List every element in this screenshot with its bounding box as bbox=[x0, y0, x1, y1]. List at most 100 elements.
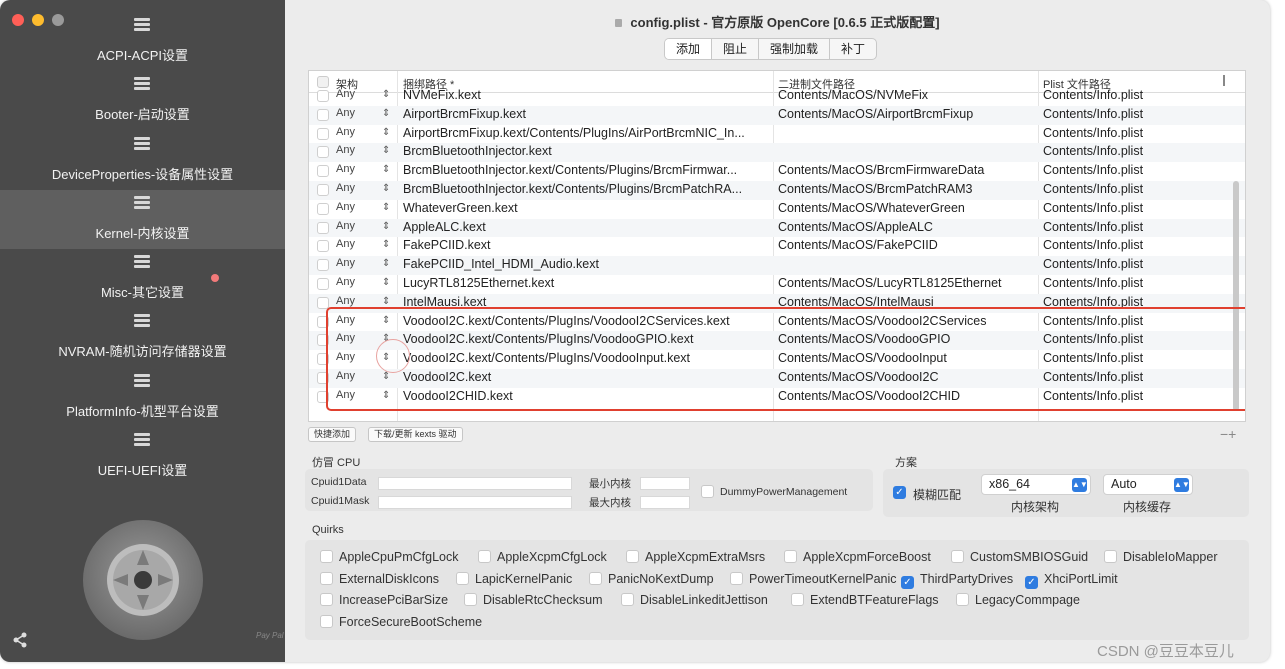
sidebar-item[interactable]: DeviceProperties-设备属性设置 bbox=[0, 131, 285, 190]
quick-add-button[interactable]: 快捷添加 bbox=[308, 427, 357, 442]
paypal-logo[interactable]: Pay Pal bbox=[256, 632, 284, 640]
bundle-path-cell[interactable]: FakePCIID.kext bbox=[403, 238, 773, 252]
executable-path-cell[interactable]: Contents/MacOS/AirportBrcmFixup bbox=[778, 107, 1036, 121]
plist-path-cell[interactable]: Contents/Info.plist bbox=[1043, 126, 1143, 140]
quirk-option[interactable]: LapicKernelPanic bbox=[456, 571, 572, 586]
arch-stepper-icon[interactable]: ⇕ bbox=[382, 89, 390, 100]
quirk-checkbox[interactable]: ✓ bbox=[1025, 575, 1038, 589]
arch-stepper-icon[interactable]: ⇕ bbox=[382, 239, 390, 250]
quirk-checkbox[interactable] bbox=[951, 550, 964, 563]
quirk-option[interactable]: AppleXcpmForceBoost bbox=[784, 550, 931, 564]
bundle-path-cell[interactable]: AppleALC.kext bbox=[403, 220, 773, 234]
arch-cell[interactable]: Any bbox=[336, 107, 355, 119]
quirk-option[interactable]: AppleCpuPmCfgLock bbox=[320, 550, 459, 564]
table-row[interactable]: Any ⇕ BrcmBluetoothInjector.kext/Contents/… bbox=[309, 181, 1245, 200]
quirk-option[interactable]: AppleXcpmCfgLock bbox=[478, 550, 607, 564]
table-row[interactable]: Any ⇕ BrcmBluetoothInjector.kext/Contents/… bbox=[309, 162, 1245, 181]
bundle-path-cell[interactable]: AirportBrcmFixup.kext bbox=[403, 107, 773, 121]
executable-path-cell[interactable]: Contents/MacOS/LucyRTL8125Ethernet bbox=[778, 276, 1036, 290]
arch-cell[interactable]: Any bbox=[336, 182, 355, 194]
cpuid1mask-field[interactable] bbox=[378, 496, 572, 509]
plist-path-cell[interactable]: Contents/Info.plist bbox=[1043, 238, 1143, 252]
sidebar-item[interactable]: PlatformInfo-机型平台设置 bbox=[0, 368, 285, 427]
quirk-option[interactable]: ExternalDiskIcons bbox=[320, 571, 439, 586]
sidebar-item[interactable]: NVRAM-随机访问存储器设置 bbox=[0, 308, 285, 367]
quirk-option[interactable]: ExtendBTFeatureFlags bbox=[791, 593, 939, 607]
tab-patch[interactable]: 补丁 bbox=[829, 39, 876, 59]
arch-stepper-icon[interactable]: ⇕ bbox=[382, 296, 390, 307]
quirk-option[interactable]: ✓ XhciPortLimit bbox=[1025, 572, 1118, 589]
arch-stepper-icon[interactable]: ⇕ bbox=[382, 277, 390, 288]
row-enable-checkbox[interactable] bbox=[317, 146, 329, 159]
plist-path-cell[interactable]: Contents/Info.plist bbox=[1043, 144, 1143, 158]
tab-add[interactable]: 添加 bbox=[665, 39, 712, 59]
executable-path-cell[interactable]: Contents/MacOS/BrcmPatchRAM3 bbox=[778, 182, 1036, 196]
row-enable-checkbox[interactable] bbox=[317, 221, 329, 234]
quirk-option[interactable]: AppleXcpmExtraMsrs bbox=[626, 550, 765, 564]
quirk-checkbox[interactable] bbox=[478, 550, 491, 563]
arch-cell[interactable]: Any bbox=[336, 144, 355, 156]
plist-path-cell[interactable]: Contents/Info.plist bbox=[1043, 107, 1143, 121]
quirk-checkbox[interactable] bbox=[626, 550, 639, 563]
plist-path-cell[interactable]: Contents/Info.plist bbox=[1043, 201, 1143, 215]
arch-cell[interactable]: Any bbox=[336, 201, 355, 213]
row-enable-checkbox[interactable] bbox=[317, 240, 329, 253]
bundle-path-cell[interactable]: BrcmBluetoothInjector.kext/Contents/Plug… bbox=[403, 163, 773, 177]
quirk-checkbox[interactable] bbox=[784, 550, 797, 563]
quirk-checkbox[interactable] bbox=[456, 571, 469, 585]
arch-cell[interactable]: Any bbox=[336, 126, 355, 138]
executable-path-cell[interactable]: Contents/MacOS/FakePCIID bbox=[778, 238, 1036, 252]
arch-stepper-icon[interactable]: ⇕ bbox=[382, 108, 390, 119]
row-enable-checkbox[interactable] bbox=[317, 108, 329, 121]
quirk-checkbox[interactable] bbox=[730, 571, 743, 585]
arch-stepper-icon[interactable]: ⇕ bbox=[382, 127, 390, 138]
executable-path-cell[interactable]: Contents/MacOS/NVMeFix bbox=[778, 88, 1036, 102]
quirk-checkbox[interactable] bbox=[1104, 550, 1117, 563]
min-kernel-field[interactable] bbox=[640, 477, 690, 490]
bundle-path-cell[interactable]: BrcmBluetoothInjector.kext/Contents/Plug… bbox=[403, 182, 773, 196]
quirk-checkbox[interactable] bbox=[589, 571, 602, 585]
table-row[interactable]: Any ⇕ BrcmBluetoothInjector.kext Contents/I… bbox=[309, 143, 1245, 163]
arch-stepper-icon[interactable]: ⇕ bbox=[382, 164, 390, 175]
arch-cell[interactable]: Any bbox=[336, 220, 355, 232]
table-row[interactable]: Any ⇕ FakePCIID.kext Contents/MacOS/FakePCI… bbox=[309, 237, 1245, 256]
table-row[interactable]: Any ⇕ NVMeFix.kext Contents/MacOS/NVMeFix Co… bbox=[309, 87, 1245, 106]
fuzzy-match-checkbox[interactable]: ✓ bbox=[893, 486, 906, 499]
plist-path-cell[interactable]: Contents/Info.plist bbox=[1043, 88, 1143, 102]
bundle-path-cell[interactable]: LucyRTL8125Ethernet.kext bbox=[403, 276, 773, 290]
bundle-path-cell[interactable]: AirportBrcmFixup.kext/Contents/PlugIns/A… bbox=[403, 126, 773, 140]
bundle-path-cell[interactable]: WhateverGreen.kext bbox=[403, 201, 773, 215]
quirk-option[interactable]: ForceSecureBootScheme bbox=[320, 614, 482, 629]
sidebar-item[interactable]: Booter-启动设置 bbox=[0, 71, 285, 130]
max-kernel-field[interactable] bbox=[640, 496, 690, 509]
kernel-cache-select[interactable]: Auto ▲▼ bbox=[1103, 474, 1193, 495]
arch-cell[interactable]: Any bbox=[336, 238, 355, 250]
cpuid1data-field[interactable] bbox=[378, 477, 572, 490]
executable-path-cell[interactable]: Contents/MacOS/WhateverGreen bbox=[778, 201, 1036, 215]
kernel-arch-select[interactable]: x86_64 ▲▼ bbox=[981, 474, 1091, 495]
quirk-checkbox[interactable] bbox=[320, 571, 333, 585]
row-enable-checkbox[interactable] bbox=[317, 259, 329, 272]
bundle-path-cell[interactable]: NVMeFix.kext bbox=[403, 88, 773, 102]
row-enable-checkbox[interactable] bbox=[317, 90, 329, 102]
bundle-path-cell[interactable]: FakePCIID_Intel_HDMI_Audio.kext bbox=[403, 257, 773, 271]
arch-stepper-icon[interactable]: ⇕ bbox=[382, 258, 390, 269]
sidebar-item[interactable]: UEFI-UEFI设置 bbox=[0, 427, 285, 486]
quirk-checkbox[interactable] bbox=[621, 593, 634, 606]
arch-cell[interactable]: Any bbox=[336, 88, 355, 100]
plist-path-cell[interactable]: Contents/Info.plist bbox=[1043, 220, 1143, 234]
executable-path-cell[interactable]: Contents/MacOS/BrcmFirmwareData bbox=[778, 163, 1036, 177]
quirk-checkbox[interactable] bbox=[464, 593, 477, 606]
row-enable-checkbox[interactable] bbox=[317, 184, 329, 196]
executable-path-cell[interactable]: Contents/MacOS/AppleALC bbox=[778, 220, 1036, 234]
quirk-checkbox[interactable] bbox=[320, 593, 333, 606]
sidebar-item[interactable]: ACPI-ACPI设置 bbox=[0, 12, 285, 71]
table-row[interactable]: Any ⇕ WhateverGreen.kext Contents/MacOS/Wha… bbox=[309, 200, 1245, 219]
quirk-option[interactable]: IncreasePciBarSize bbox=[320, 593, 448, 607]
quirk-option[interactable]: DisableIoMapper bbox=[1104, 550, 1218, 564]
column-resize-handle[interactable] bbox=[1223, 75, 1225, 86]
bundle-path-cell[interactable]: BrcmBluetoothInjector.kext bbox=[403, 144, 773, 158]
quirk-checkbox[interactable] bbox=[320, 550, 333, 563]
row-enable-checkbox[interactable] bbox=[317, 127, 329, 140]
arch-cell[interactable]: Any bbox=[336, 276, 355, 288]
